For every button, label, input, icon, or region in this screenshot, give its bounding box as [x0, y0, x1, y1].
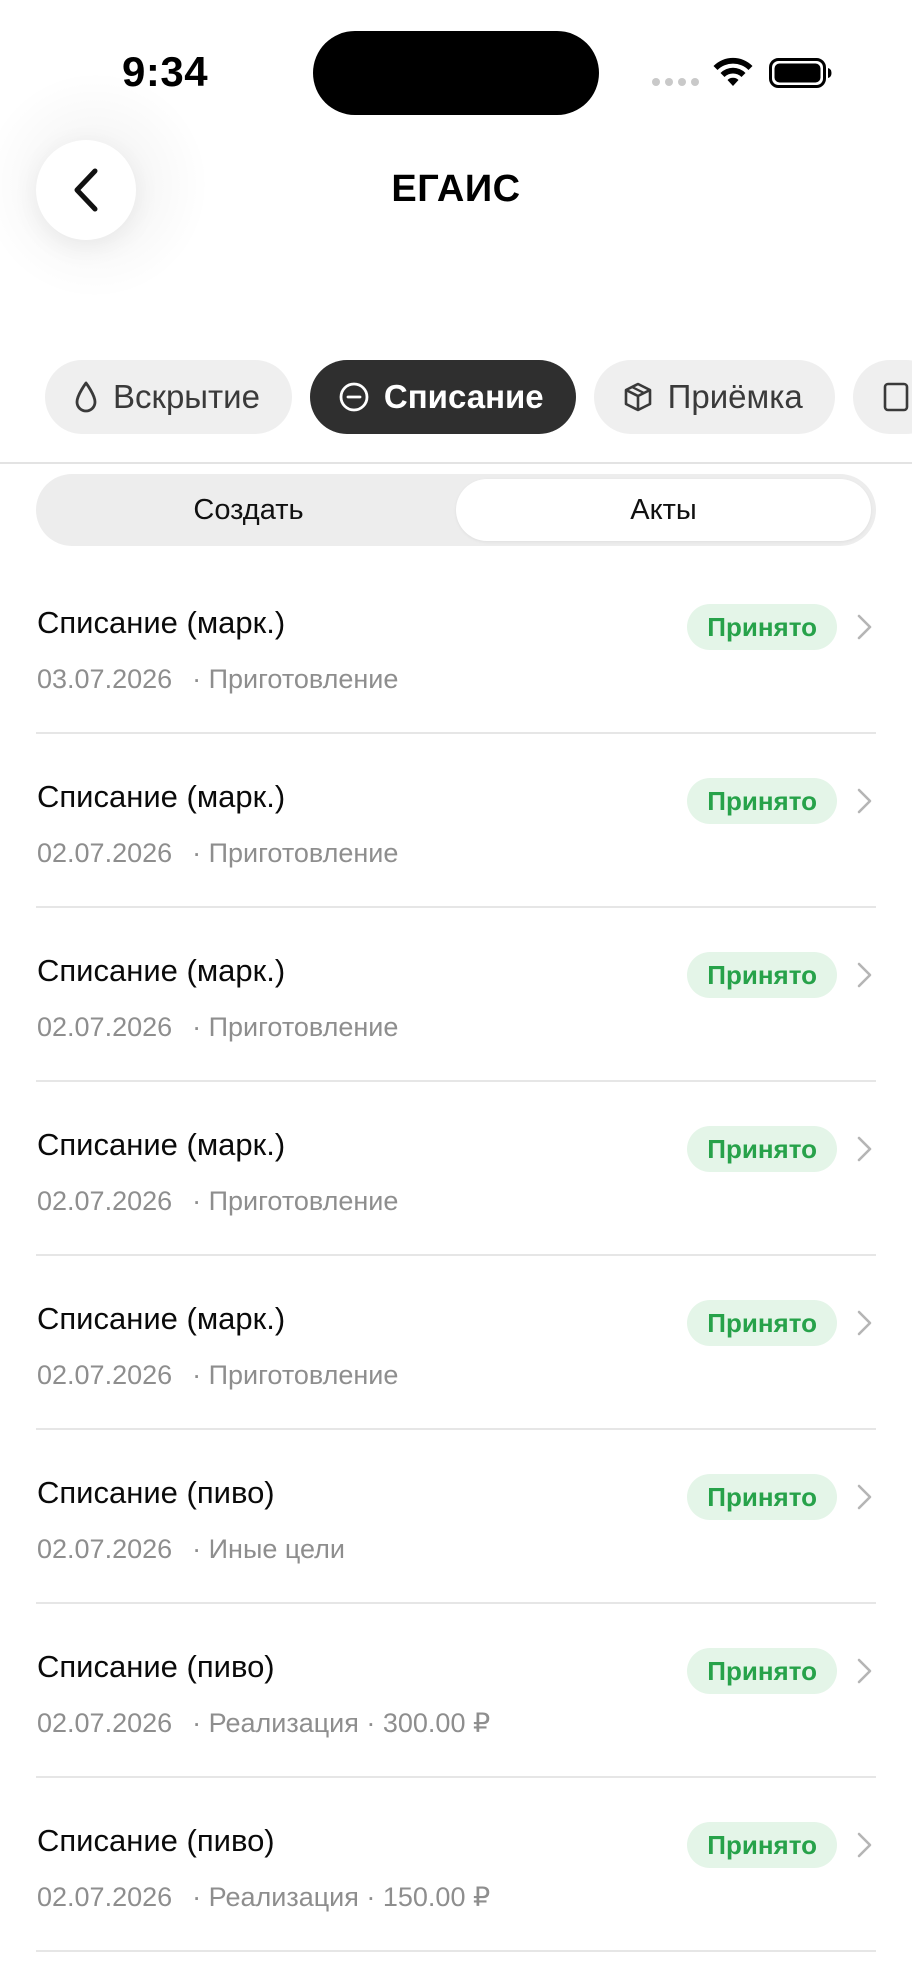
list-item[interactable]: Списание (марк.) 03.07.2026 · Приготовлен… — [36, 560, 876, 734]
minus-circle-icon — [338, 381, 370, 413]
act-date: 02.07.2026 — [37, 1708, 173, 1738]
chip-more[interactable] — [852, 360, 912, 434]
status-badge: Принято — [687, 1474, 837, 1520]
wifi-icon — [713, 57, 753, 86]
cellular-signal-icon — [652, 78, 699, 86]
chevron-right-icon — [857, 962, 872, 988]
list-item[interactable]: Списание (марк.) 02.07.2026 · Приготовлен… — [36, 908, 876, 1082]
chevron-right-icon — [857, 1658, 872, 1684]
box-icon — [622, 381, 654, 413]
list-item[interactable]: Списание (марк.) 02.07.2026 · Приготовлен… — [36, 1256, 876, 1430]
chips-divider — [0, 462, 912, 464]
drop-icon — [73, 380, 99, 414]
act-details: · Реализация · 150.00 ₽ — [192, 1882, 491, 1912]
list-item[interactable]: Списание (марк.) 02.07.2026 · Приготовлен… — [36, 1082, 876, 1256]
list-item[interactable]: Списание (пиво) 02.07.2026 · Иные цели Пр… — [36, 1430, 876, 1604]
act-subtitle: 02.07.2026 · Реализация · 300.00 ₽ — [37, 1708, 490, 1739]
category-chips: Вскрытие Списание Приёмка — [45, 360, 912, 434]
status-badge: Принято — [687, 1822, 837, 1868]
app-screen: 9:34 ЕГАИС Вскрытие Списание Приёмка Соз… — [0, 0, 912, 1982]
chevron-right-icon — [857, 1310, 872, 1336]
segment-acts[interactable]: Акты — [456, 479, 871, 541]
act-title: Списание (марк.) — [37, 953, 286, 988]
dynamic-island — [313, 31, 599, 115]
act-details: · Приготовление — [192, 838, 399, 868]
act-details: · Приготовление — [192, 1012, 399, 1042]
chevron-right-icon — [857, 1832, 872, 1858]
act-date: 02.07.2026 — [37, 1012, 173, 1042]
status-badge: Принято — [687, 952, 837, 998]
status-badge: Принято — [687, 1126, 837, 1172]
act-date: 02.07.2026 — [37, 1360, 173, 1390]
list-item[interactable]: Списание (марк.) 02.07.2026 · Приготовлен… — [36, 734, 876, 908]
chip-write-off[interactable]: Списание — [309, 360, 576, 434]
act-date: 02.07.2026 — [37, 1186, 173, 1216]
list-item[interactable]: Списание (пиво) 02.07.2026 · Реализация ·… — [36, 1778, 876, 1952]
status-badge: Принято — [687, 1648, 837, 1694]
act-date: 02.07.2026 — [37, 1534, 173, 1564]
act-subtitle: 02.07.2026 · Приготовление — [37, 838, 398, 869]
chevron-right-icon — [857, 1136, 872, 1162]
status-badge: Принято — [687, 1300, 837, 1346]
act-details: · Приготовление — [192, 1186, 399, 1216]
act-date: 02.07.2026 — [37, 1882, 173, 1912]
chevron-right-icon — [857, 614, 872, 640]
segmented-control: Создать Акты — [36, 474, 876, 546]
act-title: Списание (пиво) — [37, 1649, 275, 1684]
act-title: Списание (пиво) — [37, 1475, 275, 1510]
list-item[interactable]: Списание (пиво) 02.07.2026 · Реализация ·… — [36, 1604, 876, 1778]
chip-label: Вскрытие — [113, 378, 260, 415]
act-subtitle: 02.07.2026 · Приготовление — [37, 1012, 398, 1043]
chevron-right-icon — [857, 788, 872, 814]
act-date: 03.07.2026 — [37, 664, 173, 694]
act-details: · Иные цели — [192, 1534, 345, 1564]
acts-list: Списание (марк.) 03.07.2026 · Приготовлен… — [36, 560, 876, 1952]
act-title: Списание (марк.) — [37, 779, 286, 814]
segment-create[interactable]: Создать — [41, 479, 456, 541]
act-subtitle: 02.07.2026 · Реализация · 150.00 ₽ — [37, 1882, 490, 1913]
chip-acceptance[interactable]: Приёмка — [593, 360, 835, 434]
act-title: Списание (марк.) — [37, 1301, 286, 1336]
battery-icon — [769, 58, 832, 88]
act-details: · Реализация · 300.00 ₽ — [192, 1708, 491, 1738]
act-details: · Приготовление — [192, 1360, 399, 1390]
chip-opening[interactable]: Вскрытие — [45, 360, 292, 434]
document-icon — [881, 381, 911, 413]
status-badge: Принято — [687, 604, 837, 650]
act-title: Списание (пиво) — [37, 1823, 275, 1858]
status-badge: Принято — [687, 778, 837, 824]
chevron-right-icon — [857, 1484, 872, 1510]
act-details: · Приготовление — [192, 664, 399, 694]
act-subtitle: 03.07.2026 · Приготовление — [37, 664, 398, 695]
chip-label: Приёмка — [667, 378, 803, 415]
act-subtitle: 02.07.2026 · Иные цели — [37, 1534, 345, 1565]
act-title: Списание (марк.) — [37, 605, 286, 640]
page-title: ЕГАИС — [391, 168, 521, 210]
act-date: 02.07.2026 — [37, 838, 173, 868]
act-subtitle: 02.07.2026 · Приготовление — [37, 1186, 398, 1217]
act-subtitle: 02.07.2026 · Приготовление — [37, 1360, 398, 1391]
chip-label: Списание — [383, 378, 544, 415]
act-title: Списание (марк.) — [37, 1127, 286, 1162]
